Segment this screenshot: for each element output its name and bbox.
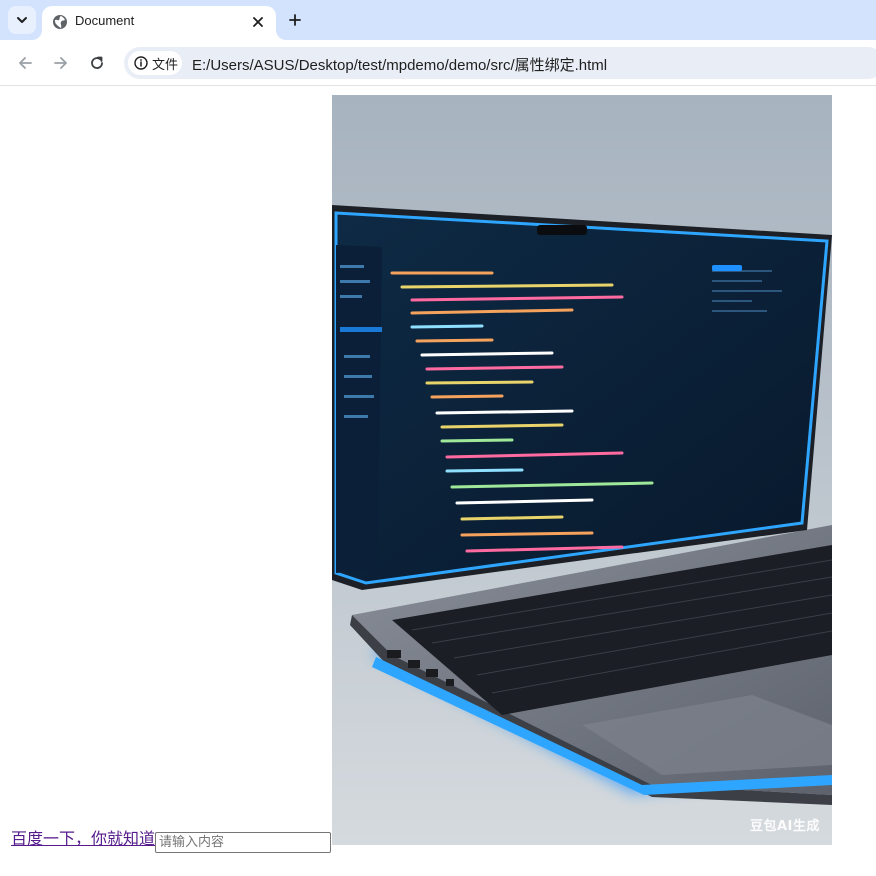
plus-icon (289, 14, 301, 26)
reload-button[interactable] (85, 51, 109, 75)
tab-strip: Document (0, 0, 876, 40)
site-chip-label: 文件 (152, 56, 179, 72)
close-icon (253, 17, 263, 27)
url-text[interactable]: E:/Users/ASUS/Desktop/test/mpdemo/demo/s… (192, 54, 607, 75)
chevron-down-icon (17, 17, 27, 23)
address-bar[interactable]: 文件 E:/Users/ASUS/Desktop/test/mpdemo/dem… (124, 47, 876, 79)
new-tab-button[interactable] (283, 8, 307, 32)
globe-icon (53, 15, 67, 29)
arrow-right-icon (54, 57, 67, 69)
back-button[interactable] (13, 51, 37, 75)
browser-toolbar: 文件 E:/Users/ASUS/Desktop/test/mpdemo/dem… (0, 40, 876, 86)
laptop-photo (332, 95, 832, 845)
site-info-chip[interactable]: 文件 (128, 51, 182, 75)
forward-button[interactable] (49, 51, 73, 75)
info-icon (134, 56, 148, 70)
tab-title: Document (75, 13, 135, 28)
content-line: 百度一下，你就知道 (11, 830, 332, 853)
arrow-left-icon (19, 57, 32, 69)
tab-document[interactable]: Document (42, 6, 276, 40)
page-content: 百度一下，你就知道 请输入内容 豆包AI生成 (0, 87, 876, 876)
ai-watermark: 豆包AI生成 (750, 819, 820, 834)
baidu-link[interactable]: 百度一下，你就知道 (11, 830, 155, 848)
reload-icon (91, 56, 103, 69)
tab-close-button[interactable] (248, 12, 268, 32)
text-input[interactable] (155, 832, 332, 853)
